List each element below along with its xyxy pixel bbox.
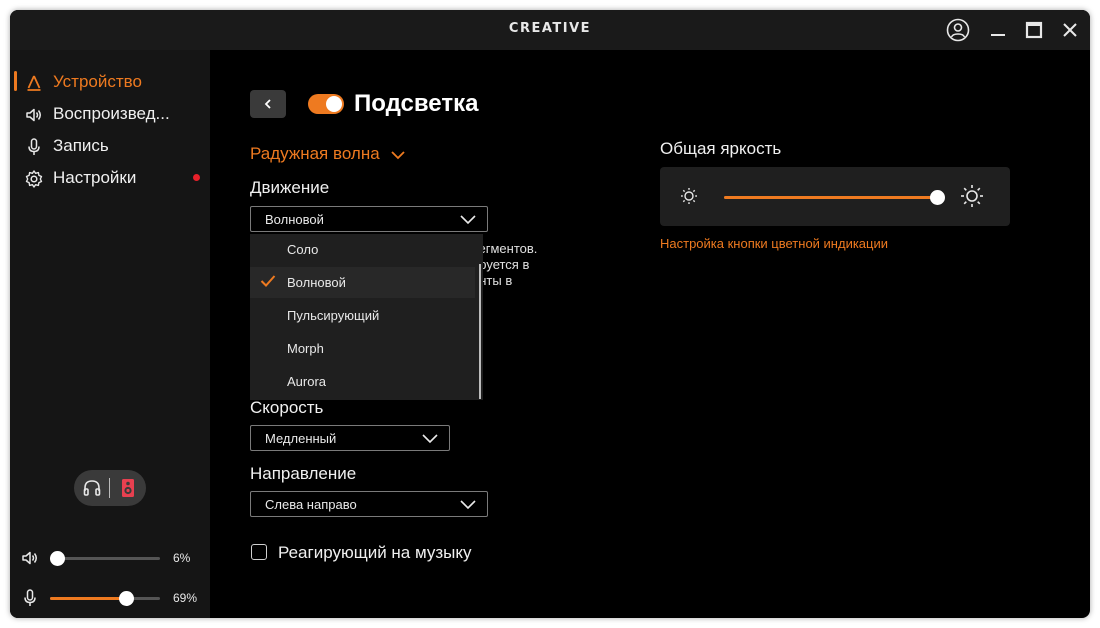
playback-volume-row: 6% bbox=[10, 546, 210, 570]
sidebar-item-label: Устройство bbox=[53, 72, 142, 91]
speaker-icon bbox=[26, 108, 41, 122]
brightness-slider[interactable] bbox=[724, 190, 945, 205]
slider-knob[interactable] bbox=[930, 190, 945, 205]
mic-volume-slider[interactable] bbox=[50, 591, 160, 606]
sidebar-item-device[interactable]: Устройство bbox=[10, 68, 210, 96]
motion-select-value: Волновой bbox=[265, 212, 324, 227]
description-line: енты в bbox=[472, 273, 513, 288]
direction-select-value: Слева направо bbox=[265, 497, 357, 512]
chevron-down-icon bbox=[422, 434, 438, 444]
dropdown-scrollbar[interactable] bbox=[479, 264, 481, 399]
slider-fill bbox=[724, 196, 937, 199]
motion-dropdown-menu: Соло Волновой Пульсирующий Morph Aurora bbox=[250, 234, 483, 400]
headphones-icon[interactable] bbox=[82, 478, 102, 498]
sidebar-item-settings[interactable]: Настройки bbox=[10, 164, 210, 192]
slider-knob[interactable] bbox=[118, 591, 134, 606]
speaker-device-icon[interactable] bbox=[118, 477, 138, 499]
page-title: Подсветка bbox=[354, 90, 479, 117]
playback-volume-value: 6% bbox=[173, 551, 191, 565]
chevron-down-icon bbox=[391, 151, 406, 160]
direction-select[interactable]: Слева направо bbox=[250, 491, 488, 517]
lighting-toggle[interactable] bbox=[308, 94, 344, 114]
back-button[interactable] bbox=[250, 90, 286, 118]
chevron-left-icon bbox=[264, 99, 271, 109]
sidebar-item-label: Воспроизвед... bbox=[53, 104, 170, 123]
brightness-label: Общая яркость bbox=[660, 139, 782, 158]
account-icon[interactable] bbox=[946, 18, 970, 42]
dropdown-option-wave[interactable]: Волновой bbox=[250, 267, 475, 298]
sidebar-item-recording[interactable]: Запись bbox=[10, 132, 210, 160]
brightness-low-icon bbox=[681, 188, 697, 204]
slider-fill bbox=[50, 597, 126, 600]
sidebar: Устройство Воспроизвед... Запись Настрой… bbox=[10, 50, 210, 618]
divider bbox=[109, 478, 110, 498]
maximize-icon[interactable] bbox=[1022, 18, 1046, 42]
mic-volume-row: 69% bbox=[10, 586, 210, 610]
dropdown-option-solo[interactable]: Соло bbox=[250, 234, 475, 265]
slider-knob[interactable] bbox=[49, 551, 65, 566]
app-window: CREATIVE Устройство Воспроизвед... Запис… bbox=[10, 10, 1090, 618]
checkmark-icon bbox=[260, 275, 276, 287]
chevron-down-icon bbox=[460, 500, 476, 510]
motion-description: сегментов. ируется в енты в bbox=[472, 241, 562, 289]
dropdown-option-pulse[interactable]: Пульсирующий bbox=[250, 300, 475, 331]
motion-label: Движение bbox=[250, 178, 330, 197]
microphone-icon bbox=[24, 589, 36, 606]
option-label: Волновой bbox=[287, 275, 346, 290]
gear-icon bbox=[25, 170, 43, 188]
volume-icon bbox=[22, 551, 37, 565]
sidebar-item-label: Настройки bbox=[53, 168, 137, 187]
effect-label: Радужная волна bbox=[250, 144, 380, 163]
indicator-button-settings-link[interactable]: Настройка кнопки цветной индикации bbox=[660, 236, 888, 251]
playback-volume-slider[interactable] bbox=[49, 551, 160, 566]
option-label: Пульсирующий bbox=[287, 308, 380, 323]
music-reactive-checkbox[interactable] bbox=[251, 544, 267, 560]
chevron-down-icon bbox=[460, 215, 476, 225]
sidebar-item-label: Запись bbox=[53, 136, 109, 155]
brightness-high-icon bbox=[961, 185, 983, 207]
motion-select[interactable]: Волновой bbox=[250, 206, 488, 232]
music-reactive-label[interactable]: Реагирующий на музыку bbox=[278, 543, 472, 563]
option-label: Aurora bbox=[287, 374, 327, 389]
close-icon[interactable] bbox=[1058, 18, 1082, 42]
effect-selector[interactable]: Радужная волна bbox=[250, 144, 406, 164]
toggle-knob bbox=[326, 96, 342, 112]
speed-label: Скорость bbox=[250, 398, 324, 417]
description-line: сегментов. bbox=[472, 241, 538, 256]
speed-select-value: Медленный bbox=[265, 431, 337, 446]
notification-badge bbox=[193, 174, 200, 181]
output-device-switch[interactable] bbox=[74, 470, 146, 506]
microphone-icon bbox=[28, 138, 40, 155]
option-label: Morph bbox=[287, 341, 324, 356]
dropdown-option-morph[interactable]: Morph bbox=[250, 333, 475, 364]
title-bar: CREATIVE bbox=[10, 10, 1090, 50]
dropdown-option-aurora[interactable]: Aurora bbox=[250, 366, 475, 397]
speed-select[interactable]: Медленный bbox=[250, 425, 450, 451]
option-label: Соло bbox=[287, 242, 319, 257]
mic-volume-value: 69% bbox=[173, 591, 198, 605]
description-line: ируется в bbox=[472, 257, 530, 272]
brightness-panel bbox=[660, 167, 1010, 226]
device-icon bbox=[27, 75, 41, 91]
minimize-icon[interactable] bbox=[986, 18, 1010, 42]
sidebar-item-playback[interactable]: Воспроизвед... bbox=[10, 100, 210, 128]
direction-label: Направление bbox=[250, 464, 357, 483]
brand-logo: CREATIVE bbox=[508, 21, 592, 36]
active-indicator bbox=[14, 71, 17, 91]
